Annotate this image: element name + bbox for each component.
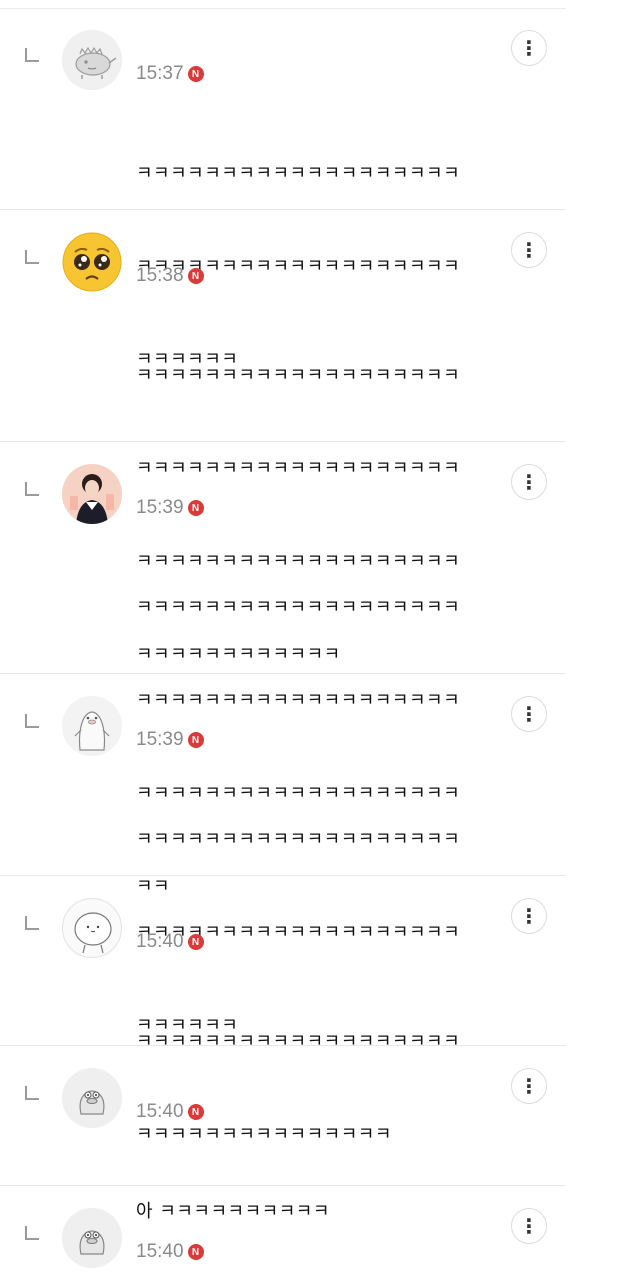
- reply-indent-icon: [25, 916, 39, 930]
- comment-line: ㅋㅋㅋㅋㅋㅋㅋㅋㅋㅋㅋㅋㅋㅋㅋㅋㅋㅋㅋ: [136, 163, 461, 184]
- more-options-button[interactable]: ⋮: [511, 30, 547, 66]
- duck-icon: [62, 1068, 122, 1128]
- person-photo-icon: [62, 464, 122, 524]
- penguin-icon: [62, 696, 122, 756]
- comment-line: ㅋㅋㅋㅋㅋㅋㅋㅋㅋㅋㅋㅋㅋㅋㅋㅋㅋㅋㅋ: [136, 1031, 461, 1052]
- comment-time: 15:38: [136, 265, 184, 286]
- new-badge: N: [187, 268, 204, 284]
- comment-item: 15:40 N ㅋㅋㅋㅋㅋㅋㅋㅋㅋㅋㅋㅋㅋㅋㅋㅋㅋㅋㅋ ㅋㅋㅋㅋㅋㅋㅋㅋㅋㅋㅋㅋ…: [0, 898, 566, 1145]
- comment-line: ㅋㅋㅋㅋㅋㅋㅋㅋㅋㅋㅋㅋㅋㅋㅋㅋㅋㅋㅋ: [136, 829, 461, 850]
- reply-indent-icon: [25, 482, 39, 496]
- reply-indent-icon: [25, 1226, 39, 1240]
- comment-list: 15:37 N ㅋㅋㅋㅋㅋㅋㅋㅋㅋㅋㅋㅋㅋㅋㅋㅋㅋㅋㅋ ㅋㅋㅋㅋㅋㅋㅋㅋㅋㅋㅋㅋ…: [0, 0, 566, 1280]
- avatar[interactable]: [62, 696, 122, 756]
- avatar[interactable]: [62, 1068, 122, 1128]
- avatar[interactable]: [62, 1208, 122, 1268]
- more-vertical-icon: ⋮: [519, 238, 539, 262]
- reply-indent-icon: [25, 48, 39, 62]
- duck-icon: [62, 1208, 122, 1268]
- comment-item: 15:40 N ⋮: [0, 1208, 566, 1280]
- more-vertical-icon: ⋮: [519, 1214, 539, 1238]
- more-options-button[interactable]: ⋮: [511, 232, 547, 268]
- more-vertical-icon: ⋮: [519, 36, 539, 60]
- new-badge: N: [187, 500, 204, 516]
- reply-indent-icon: [25, 714, 39, 728]
- comment-item: 15:39 N ㅋㅋㅋㅋㅋㅋㅋㅋㅋㅋㅋㅋㅋㅋㅋㅋㅋㅋㅋ ㅋㅋㅋㅋㅋㅋㅋㅋㅋㅋㅋㅋ…: [0, 696, 566, 1036]
- comment-item: 15:40 N 아 ㅋㅋㅋㅋㅋㅋㅋㅋㅋㅋ ⋮: [0, 1068, 566, 1222]
- more-vertical-icon: ⋮: [519, 1074, 539, 1098]
- comment-time: 15:39: [136, 497, 184, 518]
- comment-item: 15:37 N ㅋㅋㅋㅋㅋㅋㅋㅋㅋㅋㅋㅋㅋㅋㅋㅋㅋㅋㅋ ㅋㅋㅋㅋㅋㅋㅋㅋㅋㅋㅋㅋ…: [0, 30, 566, 370]
- comment-time: 15:37: [136, 63, 184, 84]
- more-options-button[interactable]: ⋮: [511, 1068, 547, 1104]
- more-vertical-icon: ⋮: [519, 702, 539, 726]
- more-options-button[interactable]: ⋮: [511, 464, 547, 500]
- divider: [0, 8, 566, 9]
- avatar[interactable]: [62, 232, 122, 292]
- new-badge: N: [187, 732, 204, 748]
- more-options-button[interactable]: ⋮: [511, 1208, 547, 1244]
- more-options-button[interactable]: ⋮: [511, 696, 547, 732]
- comment-time: 15:40: [136, 931, 184, 952]
- comment-time: 15:39: [136, 729, 184, 750]
- round-face-icon: [74, 912, 112, 954]
- new-badge: N: [187, 1104, 204, 1120]
- avatar[interactable]: [62, 464, 122, 524]
- avatar[interactable]: [62, 30, 122, 90]
- reply-indent-icon: [25, 1086, 39, 1100]
- sleeping-dino-icon: [62, 30, 122, 90]
- comment-time: 15:40: [136, 1101, 184, 1122]
- comment-item: 15:38 N ㅋㅋㅋㅋㅋㅋㅋㅋㅋㅋㅋㅋㅋㅋㅋㅋㅋㅋㅋ ㅋㅋㅋㅋㅋㅋㅋㅋㅋㅋㅋㅋ…: [0, 232, 566, 665]
- comment-line: ㅋㅋㅋㅋㅋㅋㅋㅋㅋㅋㅋㅋㅋㅋㅋㅋㅋㅋㅋ: [136, 597, 461, 618]
- more-vertical-icon: ⋮: [519, 904, 539, 928]
- new-badge: N: [187, 1244, 204, 1260]
- new-badge: N: [187, 66, 204, 82]
- comment-item: 15:39 N ㅋㅋㅋㅋㅋㅋㅋㅋㅋㅋㅋㅋㅋㅋㅋㅋㅋㅋㅋ ㅋㅋㅋㅋㅋㅋㅋㅋㅋㅋㅋㅋ…: [0, 464, 566, 897]
- reply-indent-icon: [25, 250, 39, 264]
- side-margin: [566, 0, 640, 1280]
- more-vertical-icon: ⋮: [519, 470, 539, 494]
- pleading-face-icon: [62, 232, 122, 292]
- avatar[interactable]: [62, 898, 122, 958]
- more-options-button[interactable]: ⋮: [511, 898, 547, 934]
- comment-line: ㅋㅋㅋㅋㅋㅋㅋㅋㅋㅋㅋㅋㅋㅋㅋㅋㅋㅋㅋ: [136, 365, 461, 386]
- comment-time: 15:40: [136, 1241, 184, 1262]
- new-badge: N: [187, 934, 204, 950]
